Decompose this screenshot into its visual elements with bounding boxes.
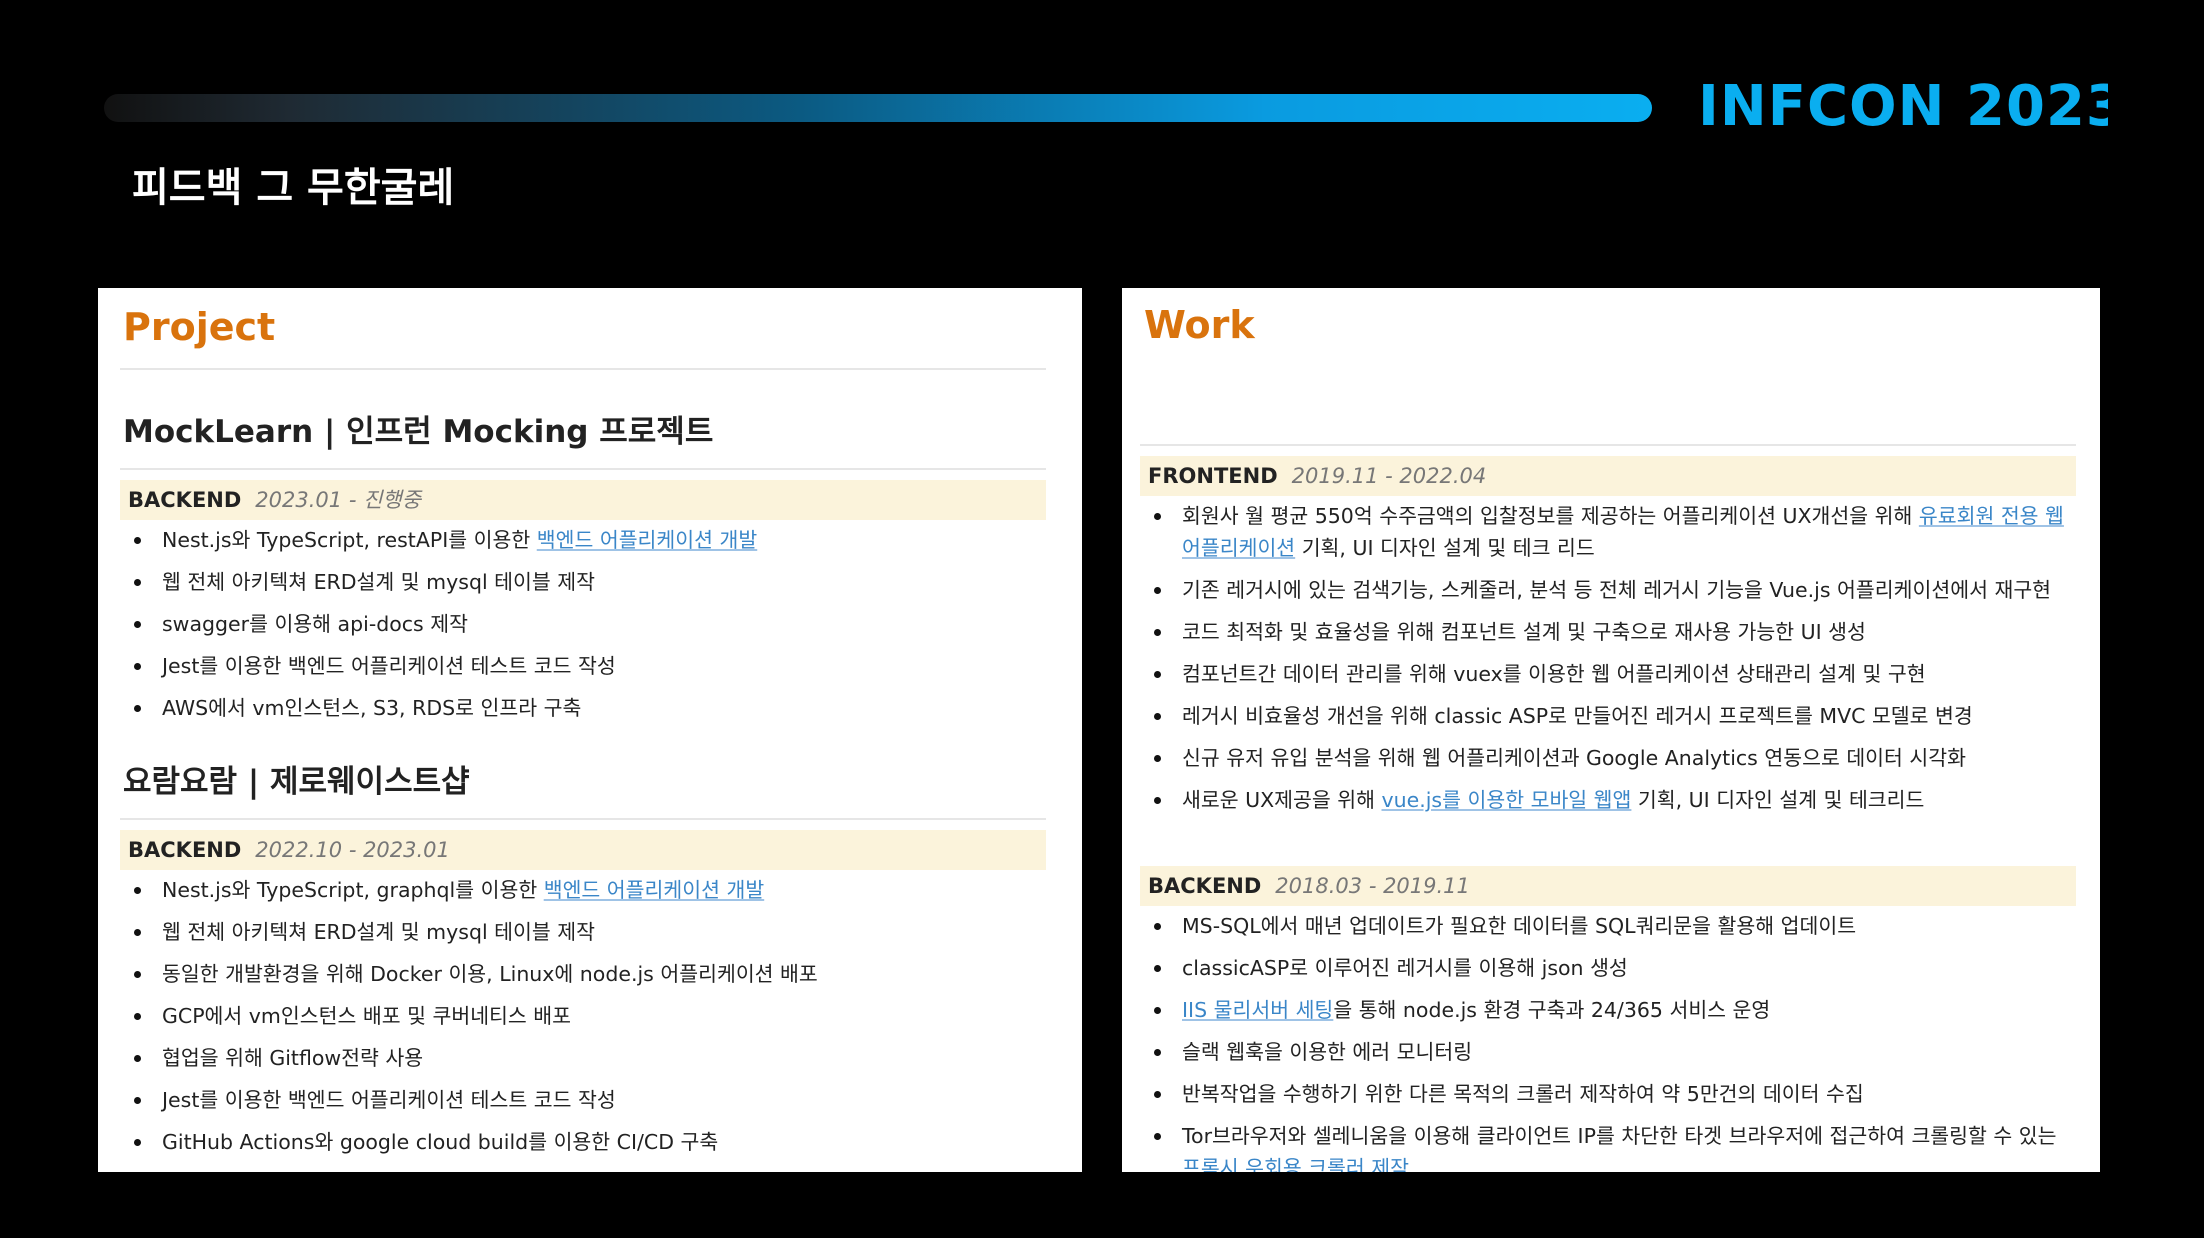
item-text: MS-SQL에서 매년 업데이트가 필요한 데이터를 SQL쿼리문을 활용해 업… — [1182, 914, 1857, 938]
bullet-list: MS-SQL에서 매년 업데이트가 필요한 데이터를 SQL쿼리문을 활용해 업… — [1140, 910, 2076, 1172]
item-text-after: 기획, UI 디자인 설계 및 테크 리드 — [1295, 536, 1595, 560]
project-title: 요람요람 | 제로웨이스트샵 — [123, 764, 470, 800]
item-text-after: 기획, UI 디자인 설계 및 테크리드 — [1631, 788, 1925, 812]
list-item: 슬랙 웹훅을 이용한 에러 모니터링 — [1140, 1036, 2076, 1068]
item-link[interactable]: vue.js를 이용한 모바일 웹앱 — [1381, 788, 1631, 812]
role-label: BACKEND — [128, 838, 242, 862]
role-bar: BACKEND 2023.01 - 진행중 — [120, 480, 1046, 520]
list-item: Tor브라우저와 셀레니움을 이용해 클라이언트 IP를 차단한 타겟 브라우저… — [1140, 1120, 2076, 1172]
item-text: AWS에서 vm인스턴스, S3, RDS로 인프라 구축 — [162, 696, 582, 720]
item-text: 웹 전체 아키텍쳐 ERD설계 및 mysql 테이블 제작 — [162, 570, 595, 594]
list-item: swagger를 이용해 api-docs 제작 — [120, 608, 1046, 640]
item-link[interactable]: 백엔드 어플리케이션 개발 — [537, 528, 758, 552]
item-text: 회원사 월 평균 550억 수주금액의 입찰정보를 제공하는 어플리케이션 UX… — [1182, 504, 1919, 528]
bullet-list: Nest.js와 TypeScript, graphql를 이용한 백엔드 어플… — [120, 874, 1046, 1168]
bullet-list: 회원사 월 평균 550억 수주금액의 입찰정보를 제공하는 어플리케이션 UX… — [1140, 500, 2076, 826]
list-item: 동일한 개발환경을 위해 Docker 이용, Linux에 node.js 어… — [120, 958, 1046, 990]
list-item: 반복작업을 수행하기 위한 다른 목적의 크롤러 제작하여 약 5만건의 데이터… — [1140, 1078, 2076, 1110]
list-item: Jest를 이용한 백엔드 어플리케이션 테스트 코드 작성 — [120, 650, 1046, 682]
period-label: 2019.11 - 2022.04 — [1291, 464, 1487, 488]
item-text-after: 을 통해 node.js 환경 구축과 24/365 서비스 운영 — [1333, 998, 1771, 1022]
divider — [120, 368, 1046, 370]
item-text: 새로운 UX제공을 위해 — [1182, 788, 1382, 812]
divider — [120, 818, 1046, 820]
role-bar: BACKEND 2018.03 - 2019.11 — [1140, 866, 2076, 906]
item-text: Tor브라우저와 셀레니움을 이용해 클라이언트 IP를 차단한 타겟 브라우저… — [1182, 1124, 2057, 1148]
list-item: 코드 최적화 및 효율성을 위해 컴포넌트 설계 및 구축으로 재사용 가능한 … — [1140, 616, 2076, 648]
list-item: 웹 전체 아키텍쳐 ERD설계 및 mysql 테이블 제작 — [120, 566, 1046, 598]
project-panel: Project MockLearn | 인프런 Mocking 프로젝트 BAC… — [98, 288, 1082, 1172]
list-item: 기존 레거시에 있는 검색기능, 스케줄러, 분석 등 전체 레거시 기능을 V… — [1140, 574, 2076, 606]
list-item: 회원사 월 평균 550억 수주금액의 입찰정보를 제공하는 어플리케이션 UX… — [1140, 500, 2076, 564]
list-item: GCP에서 vm인스턴스 배포 및 쿠버네티스 배포 — [120, 1000, 1046, 1032]
item-text: 코드 최적화 및 효율성을 위해 컴포넌트 설계 및 구축으로 재사용 가능한 … — [1182, 620, 1866, 644]
list-item: MS-SQL에서 매년 업데이트가 필요한 데이터를 SQL쿼리문을 활용해 업… — [1140, 910, 2076, 942]
list-item: 컴포넌트간 데이터 관리를 위해 vuex를 이용한 웹 어플리케이션 상태관리… — [1140, 658, 2076, 690]
item-text: Nest.js와 TypeScript, restAPI를 이용한 — [162, 528, 537, 552]
divider — [1140, 444, 2076, 446]
work-heading: Work — [1144, 303, 1255, 347]
period-label: 2018.03 - 2019.11 — [1275, 874, 1470, 898]
list-item: 레거시 비효율성 개선을 위해 classic ASP로 만들어진 레거시 프로… — [1140, 700, 2076, 732]
item-text: 신규 유저 유입 분석을 위해 웹 어플리케이션과 Google Analyti… — [1182, 746, 1966, 770]
item-text: 협업을 위해 Gitflow전략 사용 — [162, 1046, 424, 1070]
item-text: classicASP로 이루어진 레거시를 이용해 json 생성 — [1182, 956, 1628, 980]
item-link[interactable]: IIS 물리서버 세팅 — [1182, 998, 1333, 1022]
item-text: 슬랙 웹훅을 이용한 에러 모니터링 — [1182, 1040, 1473, 1064]
list-item: GitHub Actions와 google cloud build를 이용한 … — [120, 1126, 1046, 1158]
divider — [120, 468, 1046, 470]
list-item: 웹 전체 아키텍쳐 ERD설계 및 mysql 테이블 제작 — [120, 916, 1046, 948]
list-item: 새로운 UX제공을 위해 vue.js를 이용한 모바일 웹앱 기획, UI 디… — [1140, 784, 2076, 816]
item-link[interactable]: 프록시 우회용 크롤러 제작 — [1182, 1156, 1409, 1172]
item-text: GitHub Actions와 google cloud build를 이용한 … — [162, 1130, 719, 1154]
role-label: BACKEND — [128, 488, 242, 512]
list-item: AWS에서 vm인스턴스, S3, RDS로 인프라 구축 — [120, 692, 1046, 724]
bullet-list: Nest.js와 TypeScript, restAPI를 이용한 백엔드 어플… — [120, 524, 1046, 734]
item-text: 반복작업을 수행하기 위한 다른 목적의 크롤러 제작하여 약 5만건의 데이터… — [1182, 1082, 1864, 1106]
list-item: IIS 물리서버 세팅을 통해 node.js 환경 구축과 24/365 서비… — [1140, 994, 2076, 1026]
work-panel: Work FRONTEND 2019.11 - 2022.04 회원사 월 평균 … — [1122, 288, 2100, 1172]
list-item: 신규 유저 유입 분석을 위해 웹 어플리케이션과 Google Analyti… — [1140, 742, 2076, 774]
header-gradient-bar — [104, 94, 1652, 122]
list-item: 협업을 위해 Gitflow전략 사용 — [120, 1042, 1046, 1074]
role-label: FRONTEND — [1148, 464, 1278, 488]
item-text: 동일한 개발환경을 위해 Docker 이용, Linux에 node.js 어… — [162, 962, 818, 986]
item-text: Jest를 이용한 백엔드 어플리케이션 테스트 코드 작성 — [162, 1088, 616, 1112]
item-text: Jest를 이용한 백엔드 어플리케이션 테스트 코드 작성 — [162, 654, 616, 678]
list-item: classicASP로 이루어진 레거시를 이용해 json 생성 — [1140, 952, 2076, 984]
project-title: MockLearn | 인프런 Mocking 프로젝트 — [123, 414, 714, 450]
item-text: swagger를 이용해 api-docs 제작 — [162, 612, 468, 636]
item-text: 레거시 비효율성 개선을 위해 classic ASP로 만들어진 레거시 프로… — [1182, 704, 1973, 728]
project-heading: Project — [123, 305, 276, 349]
period-label: 2022.10 - 2023.01 — [255, 838, 450, 862]
item-text: 기존 레거시에 있는 검색기능, 스케줄러, 분석 등 전체 레거시 기능을 V… — [1182, 578, 2052, 602]
item-text: 웹 전체 아키텍쳐 ERD설계 및 mysql 테이블 제작 — [162, 920, 595, 944]
item-text: Nest.js와 TypeScript, graphql를 이용한 — [162, 878, 544, 902]
role-bar: FRONTEND 2019.11 - 2022.04 — [1140, 456, 2076, 496]
item-text: GCP에서 vm인스턴스 배포 및 쿠버네티스 배포 — [162, 1004, 572, 1028]
role-label: BACKEND — [1148, 874, 1262, 898]
brand-logo: INFCON 2023 — [1698, 74, 2108, 139]
list-item: Nest.js와 TypeScript, graphql를 이용한 백엔드 어플… — [120, 874, 1046, 906]
item-link[interactable]: 백엔드 어플리케이션 개발 — [544, 878, 765, 902]
list-item: Jest를 이용한 백엔드 어플리케이션 테스트 코드 작성 — [120, 1084, 1046, 1116]
slide-title: 피드백 그 무한굴레 — [132, 165, 455, 211]
item-text: 컴포넌트간 데이터 관리를 위해 vuex를 이용한 웹 어플리케이션 상태관리… — [1182, 662, 1926, 686]
role-bar: BACKEND 2022.10 - 2023.01 — [120, 830, 1046, 870]
period-label: 2023.01 - 진행중 — [255, 488, 422, 512]
list-item: Nest.js와 TypeScript, restAPI를 이용한 백엔드 어플… — [120, 524, 1046, 556]
